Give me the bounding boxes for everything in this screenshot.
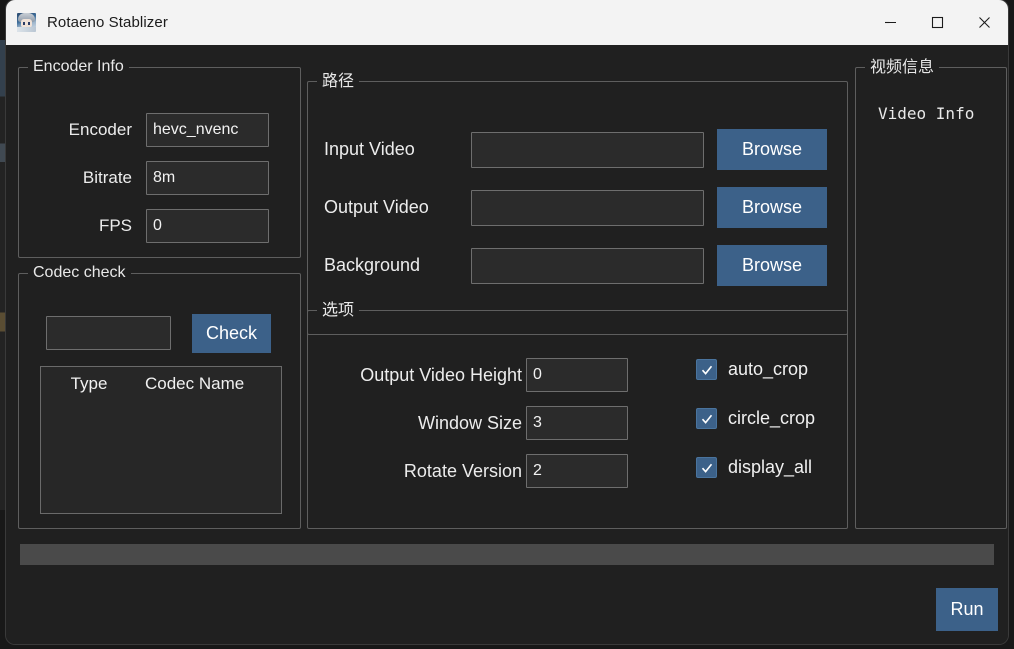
path-row-background: Background Browse	[324, 245, 834, 286]
auto-crop-label: auto_crop	[728, 359, 809, 379]
display-all-label: display_all	[728, 457, 813, 477]
check-button[interactable]: Check	[192, 314, 271, 353]
label-window-size: Window Size	[417, 412, 522, 433]
client-area: Encoder Info Encoder Bitrate FPS Codec c…	[6, 45, 1008, 644]
fps-input[interactable]	[146, 209, 269, 243]
maximize-icon	[931, 16, 944, 29]
group-codec-check: Codec check Check Type Codec Name	[18, 263, 301, 529]
title-bar[interactable]: Rotaeno Stablizer	[6, 0, 1008, 45]
rotate-version-input[interactable]	[526, 454, 628, 488]
browse-input-video-button[interactable]: Browse	[717, 129, 827, 170]
checkbox-row-display-all[interactable]: display_all	[696, 457, 812, 478]
auto-crop-checkbox[interactable]	[696, 359, 717, 380]
label-encoder: Encoder	[68, 120, 132, 139]
browse-background-label: Browse	[741, 255, 803, 275]
group-options: 选项 Output Video Height Window Size Rotat…	[307, 300, 848, 529]
checkmark-icon	[701, 365, 712, 375]
column-header-codec-name: Codec Name	[145, 374, 245, 393]
browse-output-video-label: Browse	[741, 197, 803, 217]
output-video-path-input[interactable]	[471, 189, 704, 226]
label-input-video: Input Video	[324, 139, 415, 159]
run-button[interactable]: Run	[936, 588, 998, 631]
codec-results-table[interactable]: Type Codec Name	[40, 366, 282, 514]
column-header-type: Type	[70, 374, 108, 393]
label-bitrate: Bitrate	[82, 168, 132, 187]
close-icon	[979, 17, 990, 28]
field-row-fps: FPS	[36, 209, 286, 243]
group-video-info: 视频信息 Video Info	[855, 57, 1007, 529]
input-video-path-input[interactable]	[471, 131, 704, 168]
minimize-icon	[885, 21, 896, 24]
display-all-checkbox[interactable]	[696, 457, 717, 478]
group-encoder-info: Encoder Info Encoder Bitrate FPS	[18, 57, 301, 258]
minimize-button[interactable]	[867, 0, 914, 45]
group-title-codec-check: Codec check	[28, 263, 131, 283]
group-title-paths: 路径	[317, 71, 360, 91]
output-video-height-input[interactable]	[526, 358, 628, 392]
codec-check-input[interactable]	[46, 316, 171, 350]
table-header-row: Type Codec Name	[41, 367, 281, 394]
group-title-options: 选项	[317, 300, 360, 320]
run-button-label: Run	[950, 599, 984, 619]
browse-background-button[interactable]: Browse	[717, 245, 827, 286]
option-row-rotate-version: Rotate Version	[322, 454, 628, 488]
checkbox-row-circle-crop[interactable]: circle_crop	[696, 408, 815, 429]
group-title-video-info: 视频信息	[865, 57, 940, 77]
label-output-video-height: Output Video Height	[360, 364, 522, 385]
option-row-output-video-height: Output Video Height	[322, 358, 628, 392]
circle-crop-label: circle_crop	[728, 408, 816, 428]
maximize-button[interactable]	[914, 0, 961, 45]
option-row-window-size: Window Size	[322, 406, 628, 440]
checkmark-icon	[701, 414, 712, 424]
label-background: Background	[324, 255, 421, 275]
check-button-label: Check	[205, 323, 258, 343]
bitrate-input[interactable]	[146, 161, 269, 195]
circle-crop-checkbox[interactable]	[696, 408, 717, 429]
background-path-input[interactable]	[471, 247, 704, 284]
application-window: Rotaeno Stablizer Encoder Info Encoder h…	[6, 0, 1008, 644]
browse-input-video-label: Browse	[741, 139, 803, 159]
close-button[interactable]	[961, 0, 1008, 45]
app-avatar-icon	[17, 13, 36, 32]
group-paths: 路径 Input Video Browse Output Video Brows…	[307, 71, 848, 335]
background-window-strip	[0, 40, 5, 510]
label-output-video: Output Video	[324, 197, 429, 217]
label-fps: FPS	[98, 216, 132, 235]
group-title-encoder-info: Encoder Info	[28, 57, 129, 77]
window-controls	[867, 0, 1008, 45]
video-info-content: Video Info	[878, 104, 975, 123]
label-rotate-version: Rotate Version	[403, 460, 522, 481]
progress-bar	[20, 544, 994, 565]
field-row-bitrate: Bitrate	[36, 161, 286, 195]
path-row-output-video: Output Video Browse	[324, 187, 834, 228]
checkmark-icon	[701, 463, 712, 473]
path-row-input-video: Input Video Browse	[324, 129, 834, 170]
field-row-encoder: Encoder	[36, 113, 286, 147]
window-size-input[interactable]	[526, 406, 628, 440]
window-title: Rotaeno Stablizer	[47, 14, 168, 31]
checkbox-row-auto-crop[interactable]: auto_crop	[696, 359, 808, 380]
browse-output-video-button[interactable]: Browse	[717, 187, 827, 228]
encoder-input[interactable]	[146, 113, 269, 147]
